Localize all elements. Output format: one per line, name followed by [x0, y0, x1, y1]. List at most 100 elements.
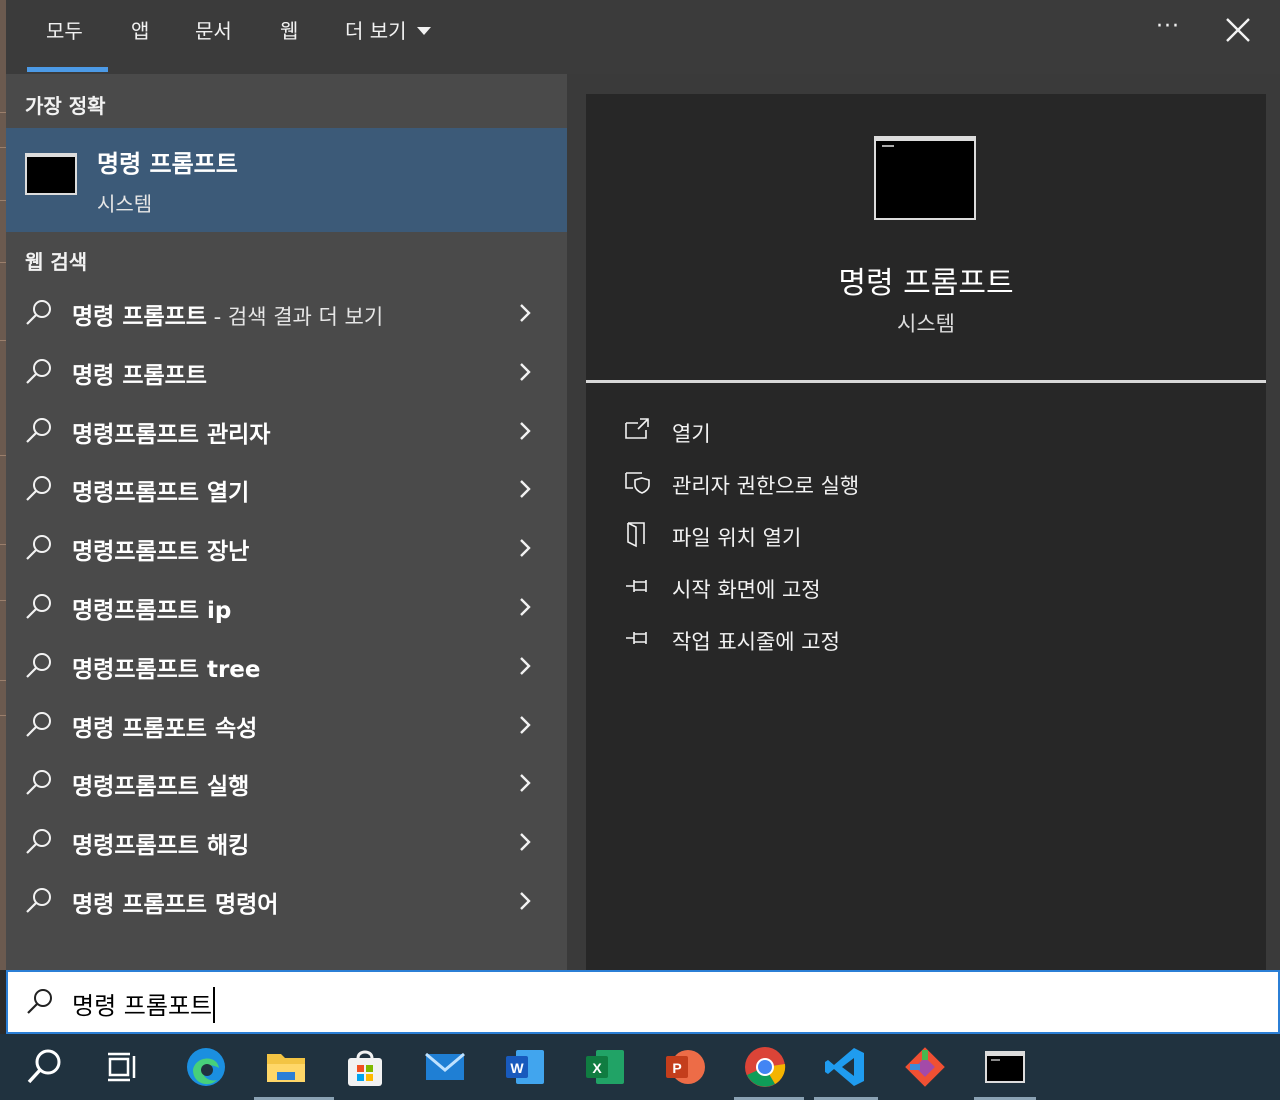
command-prompt-icon: [25, 153, 77, 195]
tab-more[interactable]: 더 보기: [345, 14, 431, 48]
action-open-label: 열기: [672, 422, 711, 446]
excel-icon[interactable]: X: [582, 1044, 628, 1090]
search-box[interactable]: 명령 프롬포트: [6, 970, 1280, 1034]
task-view-icon[interactable]: [100, 1044, 146, 1090]
web-search-item-label: 명령 프롬프트: [72, 356, 207, 390]
open-icon: [625, 418, 649, 439]
web-search-item-suffix: - 검색 결과 더 보기: [206, 305, 384, 329]
web-search-heading: 웹 검색: [25, 250, 88, 274]
pin-icon: [626, 632, 647, 644]
web-search-item[interactable]: 명령 프롬프트 명령어: [6, 872, 567, 930]
search-icon: [26, 300, 51, 325]
taskbar: W X P: [0, 1034, 1280, 1100]
tab-documents[interactable]: 문서: [195, 14, 232, 48]
chevron-right-icon: [520, 421, 531, 440]
search-icon: [26, 652, 51, 678]
store-icon[interactable]: [342, 1044, 388, 1090]
web-search-item[interactable]: 명령프롬프트 tree: [6, 637, 567, 695]
web-search-item-label: 명령프롬프트 해킹: [72, 826, 249, 860]
web-search-item-label: 명령프롬프트 장난: [72, 532, 249, 566]
svg-text:W: W: [510, 1060, 524, 1076]
pin-icon: [626, 580, 647, 592]
web-search-item-label: 명령 프롬프트 - 검색 결과 더 보기: [72, 297, 383, 331]
chevron-right-icon: [520, 892, 531, 910]
action-open-file-location[interactable]: 파일 위치 열기: [624, 516, 1124, 556]
search-icon: [26, 476, 51, 502]
web-search-item[interactable]: 명령프롬프트 열기: [6, 460, 567, 518]
best-match-heading: 가장 정확: [25, 94, 106, 118]
file-location-icon: [627, 522, 645, 548]
edge-icon[interactable]: [183, 1044, 229, 1090]
mail-icon[interactable]: [422, 1044, 468, 1090]
best-match-title: 명령 프롬프트: [97, 150, 238, 178]
action-run-as-admin[interactable]: 관리자 권한으로 실행: [624, 464, 1124, 504]
more-options-icon[interactable]: ···: [1150, 12, 1186, 48]
web-search-item-text: 명령프롬프트 ip: [72, 598, 232, 624]
detail-subtitle: 시스템: [897, 312, 955, 336]
close-icon[interactable]: [1218, 10, 1258, 50]
web-search-item-text: 명령 프롬프트: [72, 362, 207, 389]
web-search-item-text: 명령프롬프트 tree: [72, 656, 261, 683]
command-prompt-large-icon: [874, 136, 976, 220]
search-icon: [26, 711, 51, 737]
web-search-item[interactable]: 명령프롬프트 해킹: [6, 813, 567, 871]
web-search-item-text: 명령프롬프트 관리자: [72, 421, 271, 448]
action-open[interactable]: 열기: [624, 412, 1124, 452]
search-icon: [26, 770, 51, 796]
web-search-item[interactable]: 명령프롬프트 장난: [6, 519, 567, 577]
web-search-item[interactable]: 명령프롬프트 관리자: [6, 402, 567, 460]
web-search-item-text: 명령 프롬포트 속성: [72, 715, 258, 742]
action-pin-to-start[interactable]: 시작 화면에 고정: [624, 568, 1124, 608]
detail-card: 명령 프롬프트 시스템 열기 관리자 권한으로 실행 파일 위치 열기 시작 화…: [586, 94, 1266, 970]
git-icon[interactable]: [902, 1044, 948, 1090]
detail-divider: [586, 380, 1266, 383]
search-icon: [26, 417, 51, 443]
vscode-icon[interactable]: [822, 1044, 868, 1090]
web-search-item-text: 명령 프롬프트 명령어: [72, 892, 279, 918]
chevron-down-icon: [416, 26, 431, 35]
svg-text:P: P: [672, 1060, 681, 1076]
chrome-icon[interactable]: [742, 1044, 788, 1090]
file-explorer-icon[interactable]: [263, 1044, 309, 1090]
tab-all[interactable]: 모두: [46, 14, 83, 48]
chevron-right-icon: [520, 656, 531, 675]
search-icon[interactable]: [22, 1044, 68, 1090]
chevron-right-icon: [520, 362, 531, 381]
best-match-result[interactable]: 명령 프롬프트 시스템: [6, 128, 567, 232]
tab-more-label: 더 보기: [345, 19, 407, 43]
detail-title: 명령 프롬프트: [838, 266, 1014, 301]
web-search-item-label: 명령프롬프트 tree: [72, 650, 261, 684]
web-search-item-label: 명령프롬프트 ip: [72, 591, 231, 625]
powerpoint-icon[interactable]: P: [662, 1044, 708, 1090]
selected-tab-indicator: [27, 67, 108, 72]
chevron-right-icon: [520, 715, 531, 734]
action-pin-to-taskbar[interactable]: 작업 표시줄에 고정: [624, 620, 1124, 660]
chevron-right-icon: [520, 774, 531, 793]
search-icon: [26, 535, 51, 560]
terminal-icon[interactable]: [982, 1044, 1028, 1090]
web-search-item-text: 명령프롬프트 해킹: [72, 833, 250, 860]
best-match-subtitle: 시스템: [97, 192, 153, 216]
results-panel: 가장 정확 명령 프롬프트 시스템 웹 검색 명령 프롬프트 - 검색 결과 더…: [6, 74, 567, 970]
web-search-item[interactable]: 명령프롬프트 ip: [6, 578, 567, 636]
web-search-item[interactable]: 명령 프롬프트: [6, 343, 567, 401]
web-search-item[interactable]: 명령프롬프트 실행: [6, 754, 567, 812]
search-icon: [26, 358, 51, 384]
search-input[interactable]: 명령 프롬포트: [72, 986, 216, 1025]
web-search-item-label: 명령 프롬프트 명령어: [72, 885, 278, 919]
search-input-value: 명령 프롬포트: [72, 992, 213, 1020]
web-search-item[interactable]: 명령 프롬프트 - 검색 결과 더 보기: [6, 284, 567, 342]
action-run-as-admin-label: 관리자 권한으로 실행: [672, 474, 860, 498]
detail-panel: 명령 프롬프트 시스템 열기 관리자 권한으로 실행 파일 위치 열기 시작 화…: [567, 74, 1280, 970]
web-search-item-label: 명령프롬프트 열기: [72, 473, 249, 507]
web-search-item-text: 명령프롬프트 열기: [72, 480, 250, 507]
search-icon: [26, 829, 51, 854]
action-pin-to-taskbar-label: 작업 표시줄에 고정: [672, 630, 840, 654]
word-icon[interactable]: W: [502, 1044, 548, 1090]
web-search-item-text: 명령프롬프트 실행: [72, 774, 250, 801]
web-search-item[interactable]: 명령 프롬포트 속성: [6, 696, 567, 754]
tab-web[interactable]: 웹: [280, 14, 298, 48]
chevron-right-icon: [520, 598, 531, 616]
tab-apps[interactable]: 앱: [131, 14, 149, 48]
web-search-item-label: 명령프롬프트 실행: [72, 767, 249, 801]
